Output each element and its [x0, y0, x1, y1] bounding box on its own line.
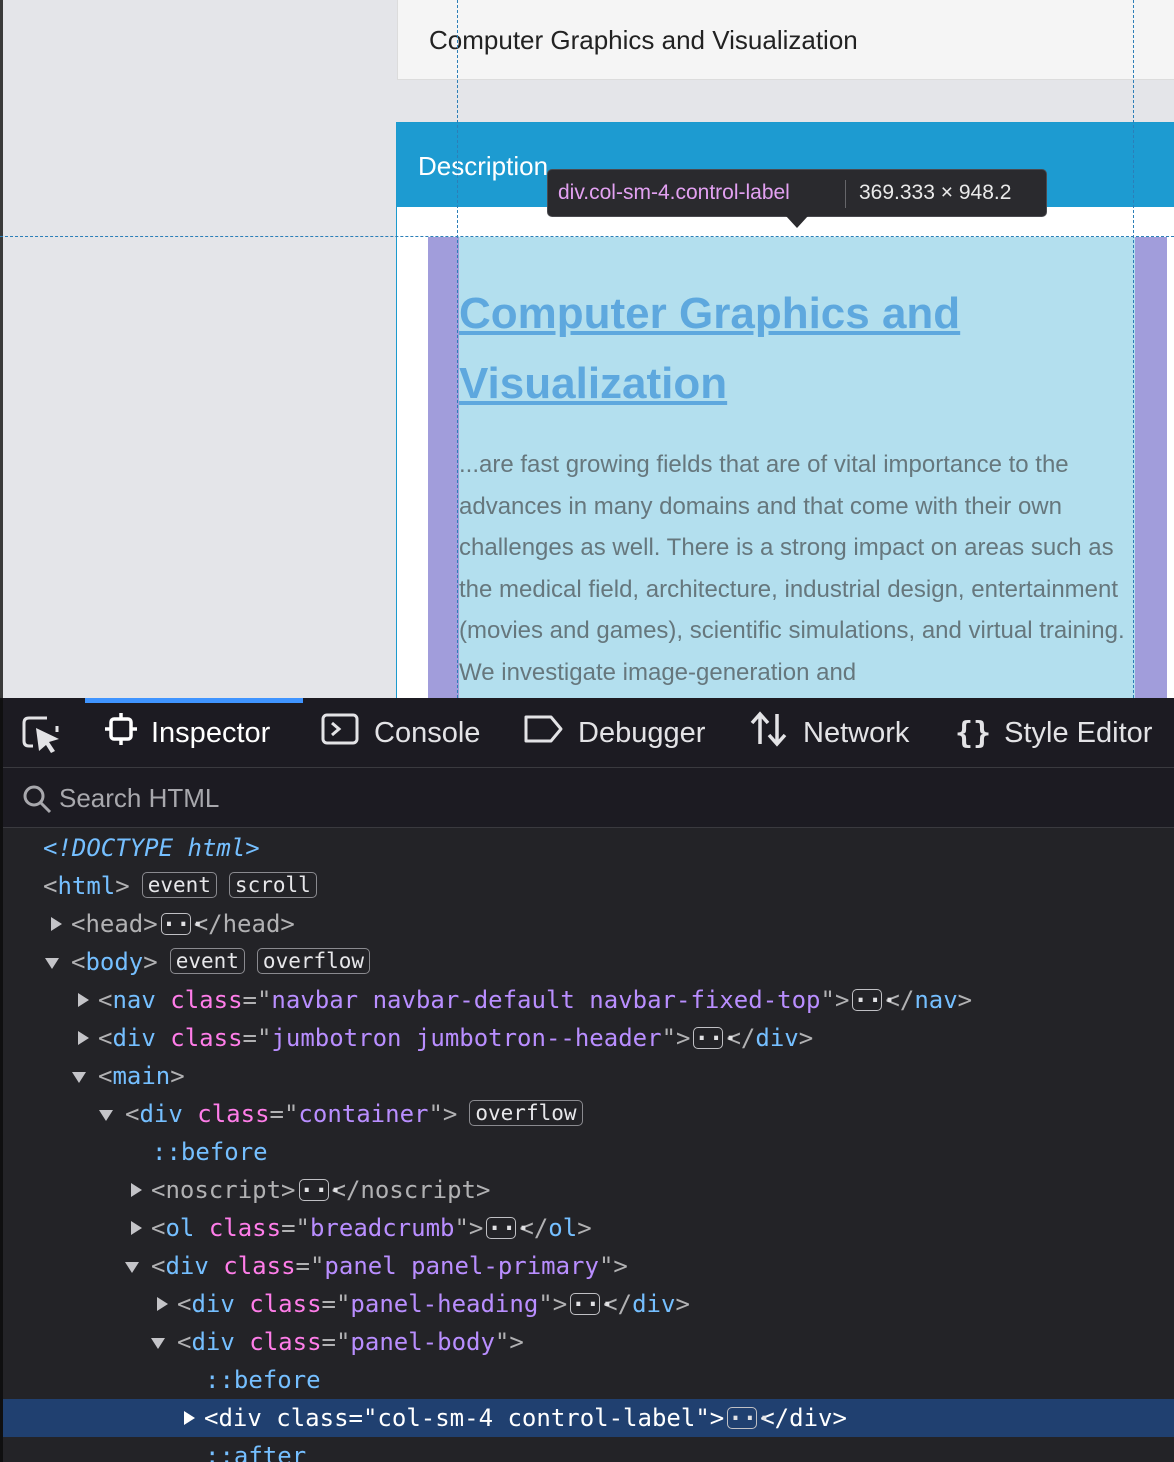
- tree-row-head[interactable]: <head></head>: [3, 905, 1174, 943]
- expand-toggle-icon[interactable]: [51, 917, 62, 931]
- collapse-toggle-icon[interactable]: [72, 1072, 86, 1083]
- jumbotron-div-tag: <div class="jumbotron jumbotron--header"…: [98, 1019, 813, 1057]
- tree-row-html[interactable]: <html> event scroll: [3, 867, 1174, 905]
- search-bar: [3, 768, 1174, 828]
- expand-toggle-icon[interactable]: [157, 1297, 168, 1311]
- tree-row-container[interactable]: <div class="container"> overflow: [3, 1095, 1174, 1133]
- title-card: Computer Graphics and Visualization: [397, 0, 1174, 80]
- guide-line-top: [0, 236, 1174, 237]
- debugger-icon: [523, 712, 565, 754]
- tab-console[interactable]: Console: [321, 698, 480, 768]
- expand-toggle-icon[interactable]: [184, 1411, 195, 1425]
- tree-row-nav[interactable]: <nav class="navbar navbar-default navbar…: [3, 981, 1174, 1019]
- panel-body-div-tag: <div class="panel-body">: [177, 1328, 524, 1356]
- tree-row-before[interactable]: ::before: [3, 1361, 1174, 1399]
- body-tag: <body> event overflow: [71, 943, 371, 981]
- devtools-panel: Inspector Console Debugger Network {} St…: [0, 698, 1174, 1462]
- tab-network-label: Network: [803, 716, 910, 749]
- collapsed-content-icon[interactable]: [693, 1019, 724, 1057]
- collapse-toggle-icon[interactable]: [125, 1262, 139, 1273]
- window-edge: [0, 0, 3, 698]
- inspector-icon: [104, 712, 138, 754]
- collapsed-content-icon[interactable]: [486, 1209, 517, 1247]
- noscript-tag: <noscript></noscript>: [151, 1171, 490, 1209]
- expand-toggle-icon[interactable]: [131, 1183, 142, 1197]
- tooltip-dimensions: 369.333 × 948.2: [859, 181, 1012, 204]
- overflow-badge[interactable]: overflow: [469, 1100, 583, 1126]
- tab-inspector-label: Inspector: [151, 716, 271, 749]
- highlight-padding-right: [1135, 237, 1167, 698]
- tab-console-label: Console: [374, 716, 481, 749]
- container-div-tag: <div class="container"> overflow: [125, 1095, 583, 1133]
- collapsed-content-icon[interactable]: [852, 981, 883, 1019]
- breadcrumb-ol-tag: <ol class="breadcrumb"></ol>: [151, 1209, 592, 1247]
- panel-heading-text: Description: [418, 151, 549, 181]
- selected-div-tag: <div class="col-sm-4 control-label"></di…: [204, 1399, 847, 1437]
- collapse-toggle-icon[interactable]: [99, 1110, 113, 1121]
- braces-icon: {}: [955, 715, 992, 751]
- tab-inspector[interactable]: Inspector: [85, 698, 303, 768]
- tree-row-jumbotron[interactable]: <div class="jumbotron jumbotron--header"…: [3, 1019, 1174, 1057]
- html-tag: <html> event scroll: [43, 867, 317, 905]
- collapse-toggle-icon[interactable]: [151, 1338, 165, 1349]
- element-info-tooltip: div.col-sm-4.control-label 369.333 × 948…: [547, 169, 1047, 217]
- guide-line-right: [1133, 0, 1134, 698]
- doctype-text: <!DOCTYPE html>: [43, 834, 260, 862]
- tree-row-noscript[interactable]: <noscript></noscript>: [3, 1171, 1174, 1209]
- network-icon: [748, 710, 790, 756]
- page-viewport: Computer Graphics and Visualization Desc…: [0, 0, 1174, 698]
- collapsed-content-icon[interactable]: [298, 1171, 329, 1209]
- tree-row-selected[interactable]: <div class="col-sm-4 control-label"></di…: [3, 1399, 1174, 1437]
- highlighted-element: Computer Graphics and Visualization ...a…: [459, 237, 1135, 698]
- tab-debugger[interactable]: Debugger: [523, 698, 705, 768]
- tree-row-before[interactable]: ::before: [3, 1133, 1174, 1171]
- expand-toggle-icon[interactable]: [78, 1031, 89, 1045]
- search-icon: [23, 785, 52, 814]
- markup-tree: <!DOCTYPE html> <html> event scroll <head>…: [3, 829, 1174, 1462]
- tooltip-arrow: [786, 216, 808, 228]
- panel-div-tag: <div class="panel panel-primary">: [151, 1252, 628, 1280]
- collapse-toggle-icon[interactable]: [45, 958, 59, 969]
- expand-toggle-icon[interactable]: [78, 993, 89, 1007]
- tree-row-panel-body[interactable]: <div class="panel-body">: [3, 1323, 1174, 1361]
- content-heading-link[interactable]: Computer Graphics and Visualization: [459, 279, 1135, 419]
- guide-line-left: [457, 0, 458, 698]
- console-icon: [321, 712, 361, 754]
- tree-row-panel[interactable]: <div class="panel panel-primary">: [3, 1247, 1174, 1285]
- devtools-toolbar: Inspector Console Debugger Network {} St…: [3, 698, 1174, 768]
- tab-debugger-label: Debugger: [578, 716, 706, 749]
- before-pseudo: ::before: [152, 1138, 268, 1166]
- tab-network[interactable]: Network: [748, 698, 909, 768]
- element-picker-icon: [22, 716, 59, 753]
- content-paragraph: ...are fast growing fields that are of v…: [459, 451, 1125, 686]
- tree-row-panel-heading[interactable]: <div class="panel-heading"></div>: [3, 1285, 1174, 1323]
- collapsed-content-icon[interactable]: [570, 1285, 601, 1323]
- head-tag: <head></head>: [71, 905, 295, 943]
- search-html-input[interactable]: [59, 780, 1059, 816]
- expand-toggle-icon[interactable]: [131, 1221, 142, 1235]
- panel-heading-div-tag: <div class="panel-heading"></div>: [177, 1285, 690, 1323]
- tree-row-main[interactable]: <main>: [3, 1057, 1174, 1095]
- tab-style-editor[interactable]: {} Style Editor: [955, 698, 1152, 768]
- tooltip-separator: [845, 180, 846, 208]
- tab-style-editor-label: Style Editor: [1004, 716, 1153, 749]
- collapsed-content-icon[interactable]: [727, 1399, 758, 1437]
- event-badge[interactable]: event: [141, 872, 217, 898]
- tree-row-body[interactable]: <body> event overflow: [3, 943, 1174, 981]
- nav-tag: <nav class="navbar navbar-default navbar…: [98, 981, 972, 1019]
- after-pseudo: ::after: [205, 1442, 307, 1462]
- collapsed-content-icon[interactable]: [160, 905, 191, 943]
- tree-row-breadcrumb[interactable]: <ol class="breadcrumb"></ol>: [3, 1209, 1174, 1247]
- tree-row-doctype[interactable]: <!DOCTYPE html>: [3, 829, 1174, 867]
- element-picker-button[interactable]: [19, 712, 65, 756]
- main-tag: <main>: [98, 1062, 185, 1090]
- overflow-badge[interactable]: overflow: [256, 948, 371, 974]
- highlight-padding-left: [428, 237, 459, 698]
- tooltip-selector: div.col-sm-4.control-label: [558, 181, 790, 204]
- event-badge[interactable]: event: [169, 948, 245, 974]
- before-pseudo: ::before: [205, 1366, 321, 1394]
- tree-row-after[interactable]: ::after: [3, 1437, 1174, 1462]
- scroll-badge[interactable]: scroll: [228, 872, 317, 898]
- title-card-text: Computer Graphics and Visualization: [429, 25, 858, 55]
